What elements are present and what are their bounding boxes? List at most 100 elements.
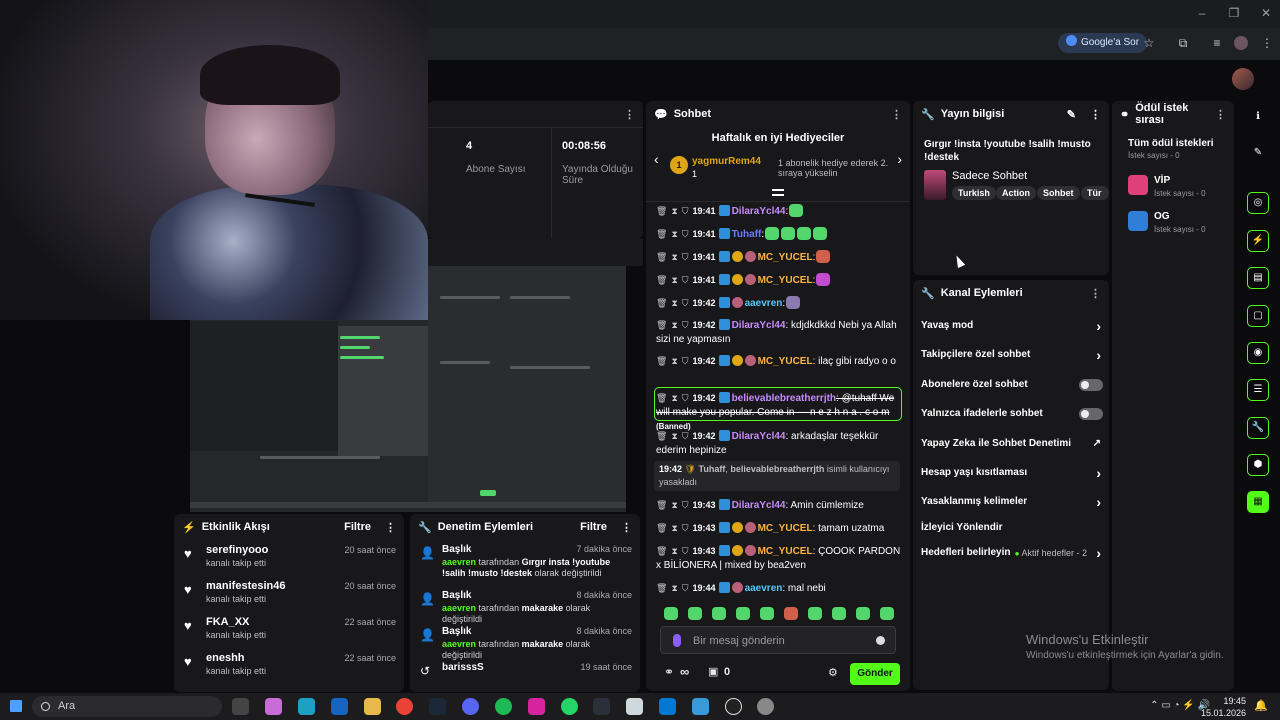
chevron-left-icon[interactable]: ‹ (654, 151, 659, 167)
timeout-icon[interactable]: ⧗ (671, 229, 677, 239)
action-followers-only[interactable]: Takipçilere özel sohbet › (921, 346, 1103, 364)
delete-icon[interactable]: 🗑 (656, 523, 667, 533)
layout-icon[interactable]: ☰ (1247, 379, 1269, 401)
delete-icon[interactable]: 🗑 (656, 252, 667, 262)
moderation-filter-button[interactable]: Filtre (580, 521, 607, 533)
edit-icon[interactable]: ✎ (1247, 143, 1269, 165)
timeout-icon[interactable]: ⧗ (671, 252, 677, 262)
timeout-icon[interactable]: ⧗ (671, 275, 677, 285)
emotes-only-toggle[interactable] (1079, 408, 1103, 420)
extensions-icon[interactable]: ⧉ (1176, 36, 1190, 50)
windows-start-icon[interactable] (10, 700, 22, 712)
action-ai-moderation[interactable]: Yapay Zeka ile Sohbet Denetimi ↗ (921, 435, 1103, 453)
timeout-icon[interactable]: ⧗ (671, 546, 677, 556)
emote-shortcut-icon[interactable] (712, 607, 726, 620)
chat-icon[interactable]: ▢ (1247, 305, 1269, 327)
timeout-icon[interactable]: ⧗ (671, 298, 677, 308)
timeout-icon[interactable]: ⧗ (671, 431, 677, 441)
user-avatar[interactable] (1232, 68, 1254, 90)
google-ask-button[interactable]: Google'a Sor (1058, 33, 1148, 53)
edit-pencil-icon[interactable]: ✎ (1067, 108, 1076, 121)
timeout-icon[interactable]: ⧗ (671, 320, 677, 330)
delete-icon[interactable]: 🗑 (656, 356, 667, 366)
emote-shortcut-icon[interactable] (856, 607, 870, 620)
message-user[interactable]: DilaraYcl44 (732, 500, 786, 511)
message-user[interactable]: MC_YUCEL (758, 356, 813, 367)
chat-menu-icon[interactable]: ⋮ (891, 108, 902, 121)
minimize-icon[interactable]: – (1192, 6, 1212, 20)
delete-icon[interactable]: 🗑 (656, 431, 667, 441)
reward-item-og[interactable]: OG İstek sayısı - 0 (1128, 209, 1238, 235)
gift-icon[interactable]: ▣ (708, 665, 718, 678)
chat-input[interactable]: Bir mesaj gönderin (660, 626, 896, 654)
message-user[interactable]: MC_YUCEL (758, 275, 813, 286)
timeout-icon[interactable]: ⧗ (671, 356, 677, 366)
chrome-icon[interactable] (396, 698, 413, 715)
message-user[interactable]: MC_YUCEL (758, 523, 813, 534)
steam-icon[interactable] (429, 698, 446, 715)
timeout-icon[interactable]: ⧗ (671, 523, 677, 533)
message-user[interactable]: DilaraYcl44 (732, 320, 786, 331)
clapper-icon[interactable]: ▦ (1247, 491, 1269, 513)
tools-icon[interactable]: 🔧 (1247, 417, 1269, 439)
file-explorer-icon[interactable] (364, 698, 381, 715)
message-user[interactable]: aaevren (745, 583, 783, 594)
reward-item-vip[interactable]: VİP İstek sayısı - 0 (1128, 173, 1238, 199)
outlook-icon[interactable] (331, 698, 348, 715)
obs-icon[interactable] (725, 698, 742, 715)
emote-shortcut-icon[interactable] (736, 607, 750, 620)
stats-menu-icon[interactable]: ⋮ (624, 108, 635, 121)
delete-icon[interactable]: 🗑 (656, 206, 667, 216)
actions-menu-icon[interactable]: ⋮ (1090, 287, 1101, 300)
timeout-icon[interactable]: ⧗ (671, 206, 677, 216)
send-button[interactable]: Gönder (850, 663, 900, 685)
emote-shortcut-icon[interactable] (784, 607, 798, 620)
emote-shortcut-icon[interactable] (664, 607, 678, 620)
taskbar-clock[interactable]: 19:45 15.01.2026 (1201, 695, 1246, 719)
delete-icon[interactable]: 🗑 (656, 500, 667, 510)
delete-icon[interactable]: 🗑 (656, 546, 667, 556)
delete-icon[interactable]: 🗑 (656, 275, 667, 285)
action-slow-mode[interactable]: Yavaş mod › (921, 317, 1103, 335)
info-menu-icon[interactable]: ⋮ (1090, 108, 1101, 121)
chevron-right-icon[interactable]: › (897, 151, 902, 167)
browser-menu-icon[interactable]: ⋮ (1260, 36, 1274, 50)
edge-icon[interactable] (298, 698, 315, 715)
notifications-icon[interactable]: 🔔 (1254, 699, 1268, 712)
emote-shortcut-icon[interactable] (880, 607, 894, 620)
emote-shortcut-icon[interactable] (688, 607, 702, 620)
discord-icon[interactable] (462, 698, 479, 715)
document-icon[interactable]: ▤ (1247, 267, 1269, 289)
close-window-icon[interactable]: ✕ (1256, 6, 1276, 20)
activity-menu-icon[interactable]: ⋮ (385, 521, 396, 534)
message-user[interactable]: aaevren (745, 298, 783, 309)
channel-points-icon[interactable]: ⚭ (664, 665, 674, 679)
shapes-icon[interactable]: ⬢ (1247, 454, 1269, 476)
all-rewards[interactable]: Tüm ödül istekleri (1128, 138, 1214, 149)
delete-icon[interactable]: 🗑 (656, 583, 667, 593)
spotify-icon[interactable] (495, 698, 512, 715)
taskbar-search[interactable]: Ara (32, 696, 222, 717)
activity-filter-button[interactable]: Filtre (344, 521, 371, 533)
pause-scroll-icon[interactable] (772, 189, 784, 191)
action-account-age[interactable]: Hesap yaşı kısıtlaması › (921, 464, 1103, 482)
app3-icon[interactable] (757, 698, 774, 715)
timeout-icon[interactable]: ⧗ (671, 583, 677, 593)
emote-shortcut-icon[interactable] (832, 607, 846, 620)
whatsapp-icon[interactable] (561, 698, 578, 715)
profile-avatar-icon[interactable] (1234, 36, 1248, 50)
moderation-menu-icon[interactable]: ⋮ (621, 521, 632, 534)
instagram-icon[interactable] (528, 698, 545, 715)
restore-icon[interactable]: ❐ (1224, 6, 1244, 20)
message-user[interactable]: Tuhaff (732, 229, 762, 240)
emote-shortcut-icon[interactable] (760, 607, 774, 620)
message-user[interactable]: MC_YUCEL (758, 546, 813, 557)
info-icon[interactable]: ℹ (1247, 107, 1269, 129)
microphone-icon[interactable] (673, 634, 681, 647)
message-user[interactable]: DilaraYcl44 (732, 206, 786, 217)
delete-icon[interactable]: 🗑 (656, 320, 667, 330)
delete-icon[interactable]: 🗑 (656, 298, 667, 308)
emoji-icon[interactable] (876, 636, 885, 645)
target-icon[interactable]: ◎ (1247, 192, 1269, 214)
lightning-icon[interactable]: ⚡ (1247, 230, 1269, 252)
